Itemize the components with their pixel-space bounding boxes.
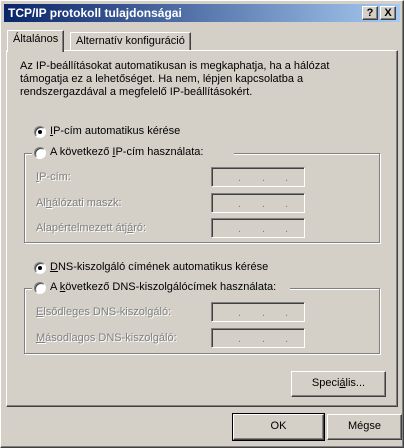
tab-general[interactable]: Általános bbox=[7, 30, 65, 52]
radio-dns-auto-label: DNS-kiszolgáló címének automatikus kérés… bbox=[50, 261, 269, 273]
cancel-button[interactable]: Mégse bbox=[327, 414, 402, 440]
tab-alternate-config-label: Alternatív konfiguráció bbox=[76, 35, 185, 47]
title-bar: TCP/IP protokoll tulajdonságai ? X bbox=[4, 4, 400, 22]
ip-address-field[interactable]: ... bbox=[211, 167, 305, 187]
radio-dns-manual-indicator bbox=[34, 282, 46, 294]
radio-ip-manual[interactable]: A következő IP-cím használata: bbox=[32, 146, 234, 160]
ok-button[interactable]: OK bbox=[232, 413, 325, 441]
radio-dns-manual-label: A következő DNS-kiszolgálócímek használa… bbox=[50, 281, 277, 293]
radio-ip-manual-indicator bbox=[34, 147, 46, 159]
window-title: TCP/IP protokoll tulajdonságai bbox=[8, 6, 182, 20]
radio-ip-auto-indicator bbox=[34, 126, 46, 138]
description-text: Az IP-beállításokat automatikusan is meg… bbox=[20, 60, 330, 98]
dialog-window: TCP/IP protokoll tulajdonságai ? X Által… bbox=[0, 0, 404, 448]
help-button[interactable]: ? bbox=[362, 6, 378, 20]
subnet-mask-label: Alhálózati maszk: bbox=[36, 197, 122, 209]
radio-dns-auto-indicator bbox=[34, 262, 46, 274]
radio-ip-auto-label: IP-cím automatikus kérése bbox=[50, 125, 181, 137]
close-button[interactable]: X bbox=[380, 6, 396, 20]
default-gateway-field[interactable]: ... bbox=[211, 218, 305, 238]
radio-ip-manual-label: A következő IP-cím használata: bbox=[50, 146, 204, 158]
advanced-button[interactable]: Speciális... bbox=[291, 371, 386, 397]
alternate-dns-label: Másodlagos DNS-kiszolgáló: bbox=[36, 332, 177, 344]
alternate-dns-field[interactable]: ... bbox=[211, 328, 305, 348]
radio-dns-manual[interactable]: A következő DNS-kiszolgálócímek használa… bbox=[32, 281, 290, 295]
tab-general-label: Általános bbox=[13, 33, 59, 45]
default-gateway-label: Alapértelmezett átjáró: bbox=[36, 222, 147, 234]
dns-manual-group bbox=[24, 288, 380, 354]
tab-alternate-config[interactable]: Alternatív konfiguráció bbox=[70, 32, 191, 51]
ip-address-label: IP-cím: bbox=[36, 171, 71, 183]
preferred-dns-field[interactable]: ... bbox=[211, 302, 305, 322]
preferred-dns-label: Elsődleges DNS-kiszolgáló: bbox=[36, 306, 172, 318]
subnet-mask-field[interactable]: ... bbox=[211, 193, 305, 213]
